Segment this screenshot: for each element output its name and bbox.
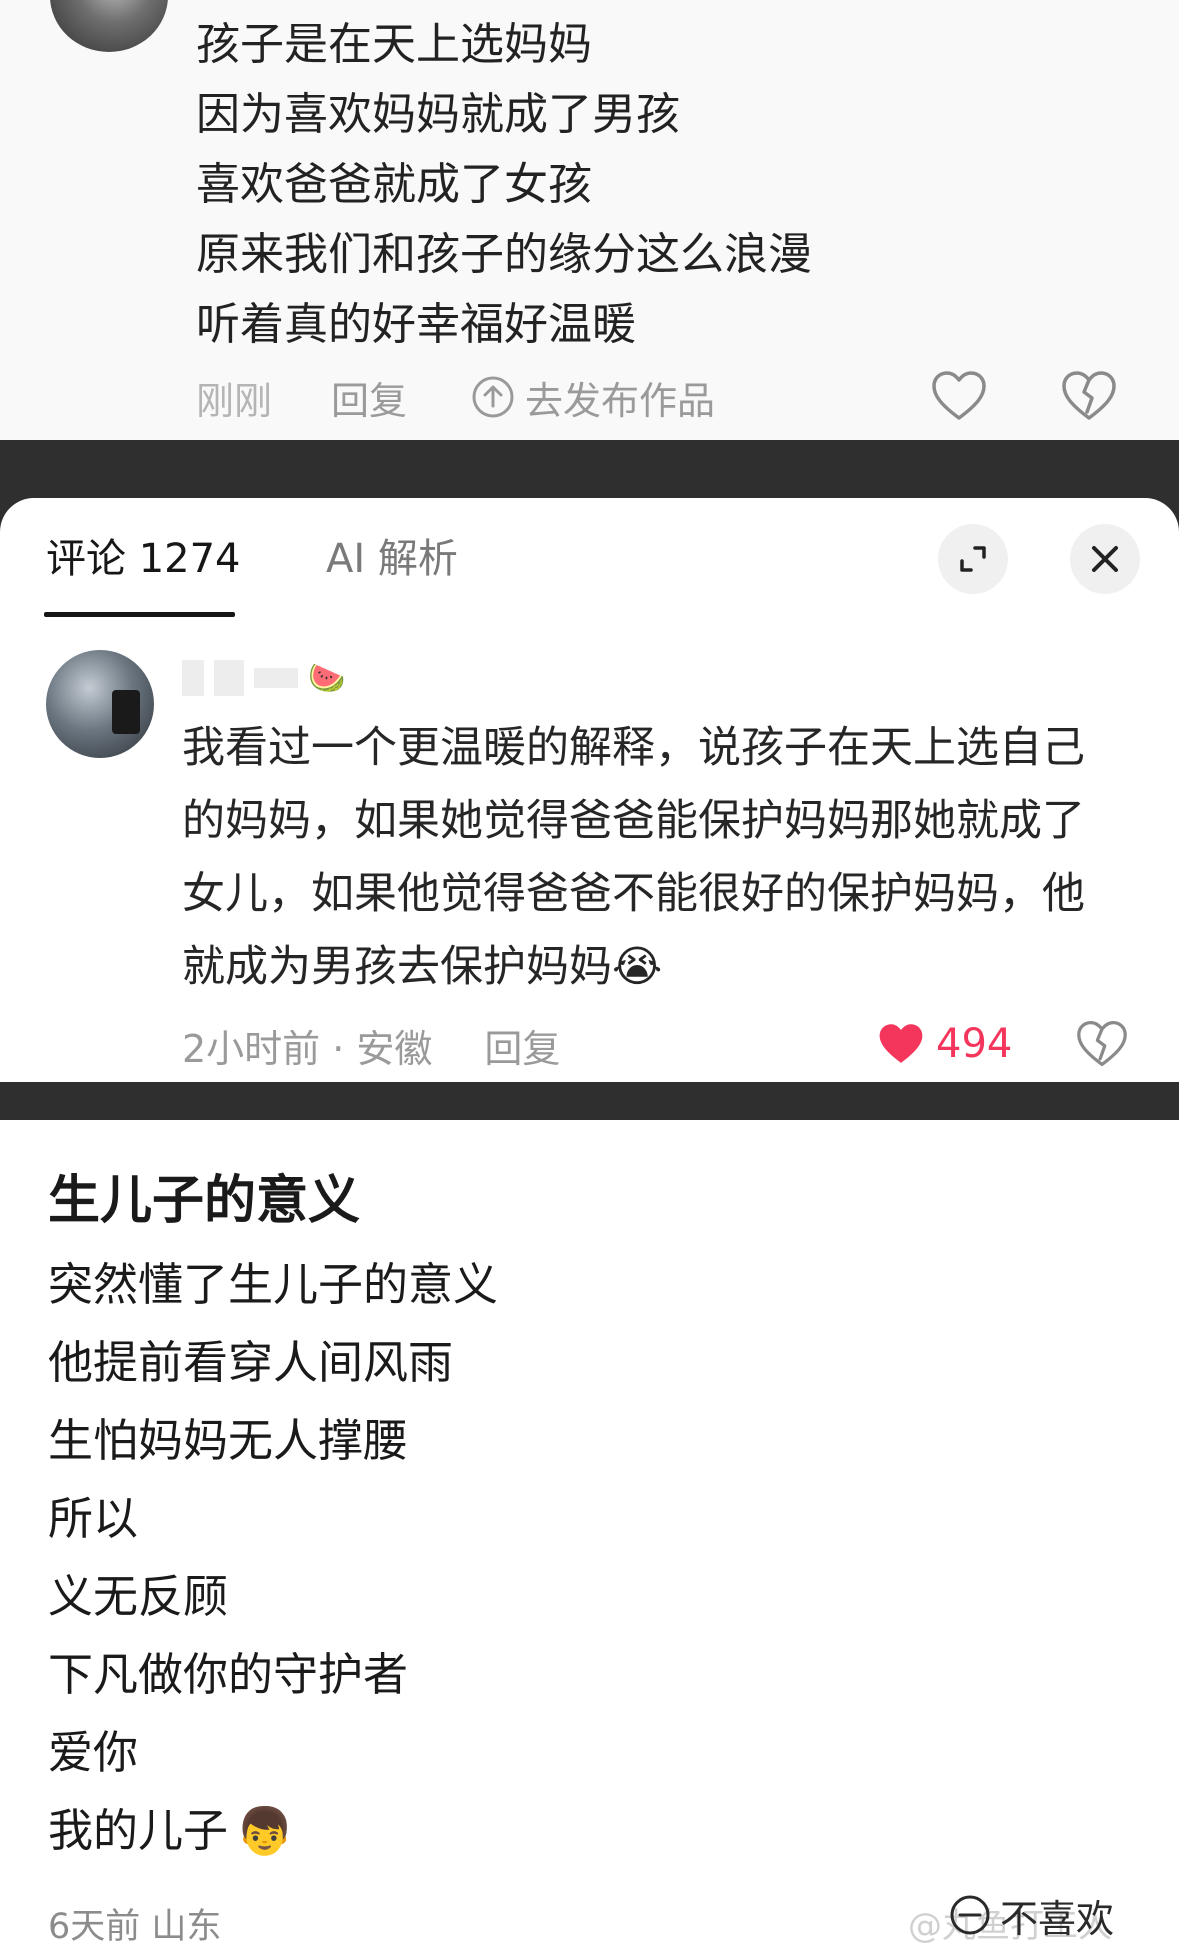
blurred-face — [112, 690, 140, 734]
crying-emoji-icon: 😭 — [612, 942, 663, 992]
close-icon — [1092, 546, 1118, 572]
note-line: 生怕妈妈无人撑腰 — [48, 1414, 409, 1467]
note-line: 所以 — [48, 1492, 139, 1545]
comment-line: 喜欢爸爸就成了女孩 — [196, 159, 592, 210]
comment-line: 因为喜欢妈妈就成了男孩 — [196, 89, 680, 140]
comment-line: 原来我们和孩子的缘分这么浪漫 — [196, 229, 812, 280]
dislike-label: 不喜欢 — [1000, 1896, 1115, 1941]
expand-button[interactable] — [938, 524, 1008, 594]
publish-work-label: 去发布作品 — [525, 378, 716, 423]
comment-time: 刚刚 — [196, 378, 273, 423]
note-body: 突然懂了生儿子的意义 他提前看穿人间风雨 生怕妈妈无人撑腰 所以 义无反顾 下凡… — [48, 1246, 498, 1870]
note-line: 突然懂了生儿子的意义 — [48, 1258, 499, 1311]
publish-work-button[interactable]: 去发布作品 — [471, 370, 715, 425]
note-title: 生儿子的意义 — [48, 1171, 361, 1231]
top-comment-meta: 刚刚 回复 去发布作品 — [196, 370, 715, 425]
note-line: 义无反顾 — [48, 1570, 229, 1623]
note-time-location: 6天前 山东 — [48, 1907, 222, 1947]
top-comment-card: 孩子是在天上选妈妈 因为喜欢妈妈就成了男孩 喜欢爸爸就成了女孩 原来我们和孩子的… — [0, 0, 1179, 440]
heart-outline-icon[interactable] — [930, 368, 988, 424]
tab-ai-analysis[interactable]: AI 解析 — [326, 534, 458, 584]
reply-button[interactable]: 回复 — [484, 1018, 560, 1073]
active-tab-indicator — [44, 612, 235, 617]
comment-line: 孩子是在天上选妈妈 — [196, 19, 592, 70]
heart-filled-icon — [879, 1024, 923, 1063]
like-count: 494 — [936, 1021, 1013, 1067]
note-line: 爱你 — [48, 1726, 139, 1779]
dislike-icon — [950, 1895, 990, 1935]
note-line-text: 我的儿子 — [48, 1804, 229, 1857]
username-redacted[interactable]: 🍉 — [182, 658, 345, 698]
comment-time-location: 2小时前 · 安徽 — [182, 1026, 433, 1071]
redacted-block — [182, 660, 204, 696]
redacted-block — [214, 660, 244, 696]
dislike-button[interactable]: 不喜欢 — [948, 1880, 1138, 1950]
tab-comments[interactable]: 评论 1274 — [46, 534, 241, 584]
comment-text: 我看过一个更温暖的解释，说孩子在天上选自己的妈妈，如果她觉得爸爸能保护妈妈那她就… — [182, 712, 1122, 1004]
upload-arrow-icon — [472, 376, 514, 418]
avatar[interactable] — [46, 650, 154, 758]
dislike-heart-icon[interactable] — [1075, 1018, 1129, 1070]
dislike-heart-icon[interactable] — [1060, 368, 1118, 424]
expand-icon — [960, 546, 986, 572]
comment-line: 听着真的好幸福好温暖 — [196, 299, 636, 350]
avatar[interactable] — [50, 0, 168, 52]
note-line: 我的儿子 👦 — [48, 1792, 498, 1870]
comment-meta: 2小时前 · 安徽 回复 — [182, 1018, 560, 1073]
note-line: 下凡做你的守护者 — [48, 1648, 409, 1701]
like-button[interactable]: 494 — [876, 1018, 1012, 1070]
redacted-block — [254, 668, 298, 688]
watermelon-icon: 🍉 — [308, 660, 346, 696]
reply-button[interactable]: 回复 — [331, 370, 441, 425]
boy-emoji-icon: 👦 — [236, 1804, 294, 1858]
close-button[interactable] — [1070, 524, 1140, 594]
top-comment-text: 孩子是在天上选妈妈 因为喜欢妈妈就成了男孩 喜欢爸爸就成了女孩 原来我们和孩子的… — [196, 10, 812, 360]
note-line: 他提前看穿人间风雨 — [48, 1336, 454, 1389]
